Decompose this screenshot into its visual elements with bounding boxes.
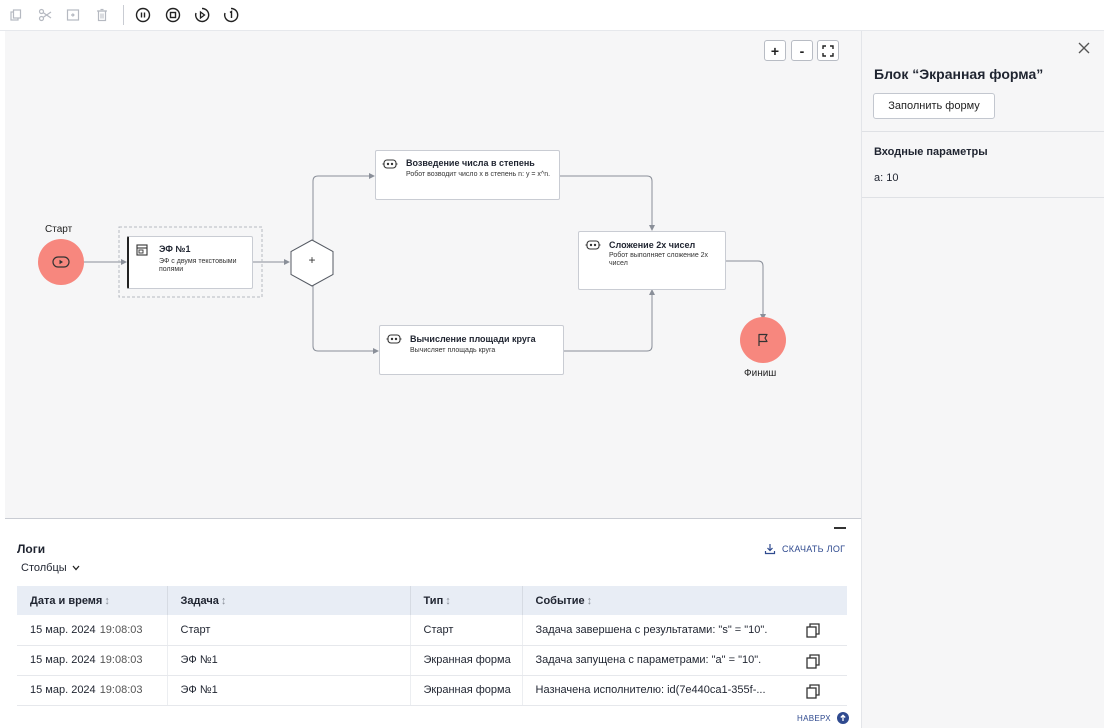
node-desc: ЭФ с двумя текстовыми полями (159, 258, 237, 273)
play-pill-icon (52, 256, 70, 268)
column-header-type[interactable]: Тип ↕ (410, 586, 523, 615)
process-canvas[interactable]: + - + Старт ЭФ №1 ЭФ с двумя текстовыми … (5, 31, 861, 518)
close-icon[interactable] (1076, 40, 1092, 56)
robot-icon (382, 159, 398, 169)
node-title: Вычисление площади круга (410, 334, 536, 344)
cell-event: Задача завершена с результатами: "s" = "… (522, 615, 847, 646)
sort-icon[interactable]: ↕ (587, 595, 593, 607)
node-title: Возведение числа в степень (406, 158, 535, 168)
download-log-button[interactable]: СКАЧАТЬ ЛОГ (764, 543, 845, 555)
node-desc: Вычисляет площадь круга (410, 347, 496, 354)
parallel-gateway[interactable]: + (305, 253, 319, 267)
cell-type: Старт (410, 615, 523, 646)
finish-label: Финиш (744, 368, 777, 379)
cell-task: Старт (167, 615, 411, 646)
table-row[interactable]: 15 мар. 2024 19:08:03 Старт Старт Задача … (17, 615, 847, 646)
node-title: Сложение 2х чисел (609, 240, 696, 250)
node-title: ЭФ №1 (159, 244, 191, 254)
param-value: a: 10 (874, 172, 899, 184)
cell-datetime: 15 мар. 2024 19:08:03 (17, 615, 168, 646)
copy-icon[interactable] (805, 622, 821, 638)
form-icon (136, 244, 148, 256)
flag-icon (758, 333, 768, 346)
panel-divider (862, 197, 1104, 198)
copy-icon[interactable] (805, 653, 821, 669)
trash-icon[interactable] (93, 6, 111, 24)
cell-task: ЭФ №1 (167, 675, 411, 706)
logs-section: Логи СКАЧАТЬ ЛОГ Столбцы Дата и время ↕ З… (5, 518, 861, 728)
copy-icon[interactable] (7, 6, 25, 24)
collapse-logs-button[interactable] (834, 527, 846, 529)
toolbar-separator (123, 5, 124, 25)
sort-icon[interactable]: ↕ (221, 595, 227, 607)
node-circle-area[interactable]: Вычисление площади круга Вычисляет площа… (379, 325, 564, 375)
node-power[interactable]: Возведение числа в степень Робот возводи… (375, 150, 560, 200)
scissors-icon[interactable] (36, 6, 54, 24)
table-header-row: Дата и время ↕ Задача ↕ Тип ↕ Событие ↕ (17, 586, 847, 615)
logs-title: Логи (17, 542, 46, 556)
download-log-label: СКАЧАТЬ ЛОГ (782, 544, 846, 554)
cell-type: Экранная форма (410, 645, 523, 676)
start-label: Старт (45, 224, 73, 235)
cell-task: ЭФ №1 (167, 645, 411, 676)
toolbar (0, 0, 1104, 31)
sort-icon[interactable]: ↕ (445, 595, 451, 607)
scroll-to-top-button[interactable]: НАВЕРХ (797, 712, 849, 724)
stop-icon[interactable] (164, 6, 182, 24)
input-params-heading: Входные параметры (874, 146, 988, 158)
restart-icon[interactable] (222, 6, 240, 24)
column-header-datetime[interactable]: Дата и время ↕ (17, 586, 168, 615)
paste-icon[interactable] (64, 6, 82, 24)
panel-divider (862, 131, 1104, 132)
arrow-up-circle-icon (836, 712, 849, 724)
node-desc: Робот выполняет сложение 2х чисел (609, 252, 709, 267)
fill-form-button[interactable]: Заполнить форму (873, 93, 995, 119)
properties-panel: Блок “Экранная форма” Заполнить форму Вх… (861, 31, 1104, 728)
robot-icon (386, 334, 402, 344)
table-row[interactable]: 15 мар. 2024 19:08:03 ЭФ №1 Экранная форм… (17, 675, 847, 706)
column-header-event[interactable]: Событие ↕ (522, 586, 847, 615)
sort-icon[interactable]: ↕ (104, 595, 110, 607)
cell-datetime: 15 мар. 2024 19:08:03 (17, 645, 168, 676)
robot-icon (585, 240, 601, 250)
cell-datetime: 15 мар. 2024 19:08:03 (17, 675, 168, 706)
node-sum[interactable]: Сложение 2х чисел Робот выполняет сложен… (578, 231, 726, 290)
columns-label: Столбцы (21, 562, 67, 574)
play-step-icon[interactable] (193, 6, 211, 24)
node-desc: Робот возводит число x в степень n: y = … (406, 171, 551, 178)
finish-event[interactable] (740, 317, 786, 363)
download-icon (764, 544, 776, 555)
column-header-task[interactable]: Задача ↕ (167, 586, 411, 615)
panel-title: Блок “Экранная форма” (874, 66, 1044, 82)
start-event[interactable] (38, 239, 84, 285)
cell-event: Назначена исполнителю: id(7e440ca1-355f-… (522, 675, 847, 706)
pause-icon[interactable] (134, 6, 152, 24)
cell-event: Задача запущена с параметрами: "a" = "10… (522, 645, 847, 676)
node-form[interactable]: ЭФ №1 ЭФ с двумя текстовыми полями (127, 236, 253, 289)
copy-icon[interactable] (805, 683, 821, 699)
logs-table: Дата и время ↕ Задача ↕ Тип ↕ Событие ↕ 15 м… (17, 586, 847, 706)
scroll-to-top-label: НАВЕРХ (797, 713, 831, 723)
chevron-down-icon (72, 565, 80, 571)
table-row[interactable]: 15 мар. 2024 19:08:03 ЭФ №1 Экранная форм… (17, 645, 847, 676)
columns-dropdown[interactable]: Столбцы (21, 562, 80, 574)
cell-type: Экранная форма (410, 675, 523, 706)
